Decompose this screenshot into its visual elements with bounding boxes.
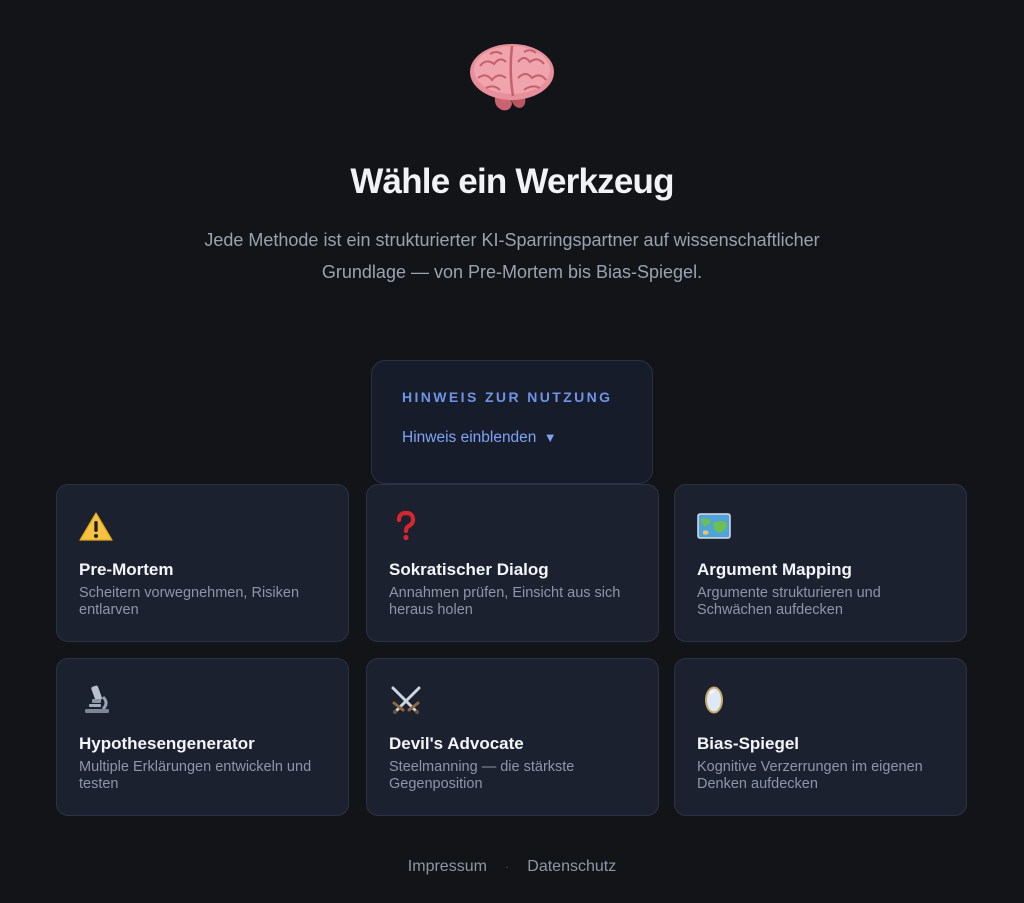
microscope-icon — [85, 685, 109, 713]
show-hint-toggle[interactable]: Hinweis einblenden ▼ — [402, 429, 557, 447]
tool-card-title: Hypothesengenerator — [79, 734, 255, 753]
tool-card-title: Bias-Spiegel — [697, 734, 800, 753]
tool-card-description: Scheitern vorwegnehmen, Risiken entlarve… — [79, 585, 300, 618]
page-subtitle: Jede Methode ist ein strukturierter KI-S… — [204, 230, 820, 282]
tool-card-description: Argumente strukturieren und Schwächen au… — [697, 585, 881, 618]
tool-card-title: Devil's Advocate — [389, 734, 524, 753]
tool-selection-page: Wähle ein Werkzeug Jede Methode ist ein … — [0, 0, 1024, 903]
brain-icon — [470, 44, 554, 111]
show-hint-label: Hinweis einblenden — [402, 429, 537, 446]
usage-hint-panel: HINWEIS ZUR NUTZUNG Hinweis einblenden ▼ — [371, 360, 653, 484]
tool-card-argument-mapping[interactable]: Argument Mapping Argumente strukturieren… — [674, 484, 967, 642]
crossed-swords-icon — [391, 686, 421, 714]
tool-card-devils-advocate[interactable]: Devil's Advocate Steelmanning — die stär… — [366, 658, 659, 816]
chevron-down-icon: ▼ — [543, 430, 557, 445]
tool-card-description: Steelmanning — die stärkste Gegenpositio… — [389, 759, 575, 792]
tool-card-description: Kognitive Verzerrungen im eigenen Denken… — [697, 759, 923, 792]
tool-card-title: Argument Mapping — [697, 560, 852, 579]
footer: Impressum · Datenschutz — [0, 858, 1024, 876]
tool-card-description: Multiple Erklärungen entwickeln und test… — [79, 759, 312, 792]
datenschutz-link[interactable]: Datenschutz — [527, 858, 616, 875]
page-title: Wähle ein Werkzeug — [350, 162, 674, 201]
mirror-icon — [705, 686, 723, 714]
tool-card-description: Annahmen prüfen, Einsicht aus sich herau… — [389, 585, 621, 618]
impressum-link[interactable]: Impressum — [408, 858, 487, 875]
map-icon — [697, 513, 731, 539]
usage-hint-heading: HINWEIS ZUR NUTZUNG — [402, 389, 613, 405]
tool-card-title: Sokratischer Dialog — [389, 560, 549, 579]
tool-card-title: Pre-Mortem — [79, 560, 174, 579]
warning-icon — [79, 512, 113, 541]
question-mark-icon — [396, 510, 416, 541]
tool-card-sokratischer-dialog[interactable]: Sokratischer Dialog Annahmen prüfen, Ein… — [366, 484, 659, 642]
tool-card-pre-mortem[interactable]: Pre-Mortem Scheitern vorwegnehmen, Risik… — [56, 484, 349, 642]
tool-card-hypothesengenerator[interactable]: Hypothesengenerator Multiple Erklärungen… — [56, 658, 349, 816]
footer-separator: · — [504, 859, 510, 874]
tool-card-bias-spiegel[interactable]: Bias-Spiegel Kognitive Verzerrungen im e… — [674, 658, 967, 816]
